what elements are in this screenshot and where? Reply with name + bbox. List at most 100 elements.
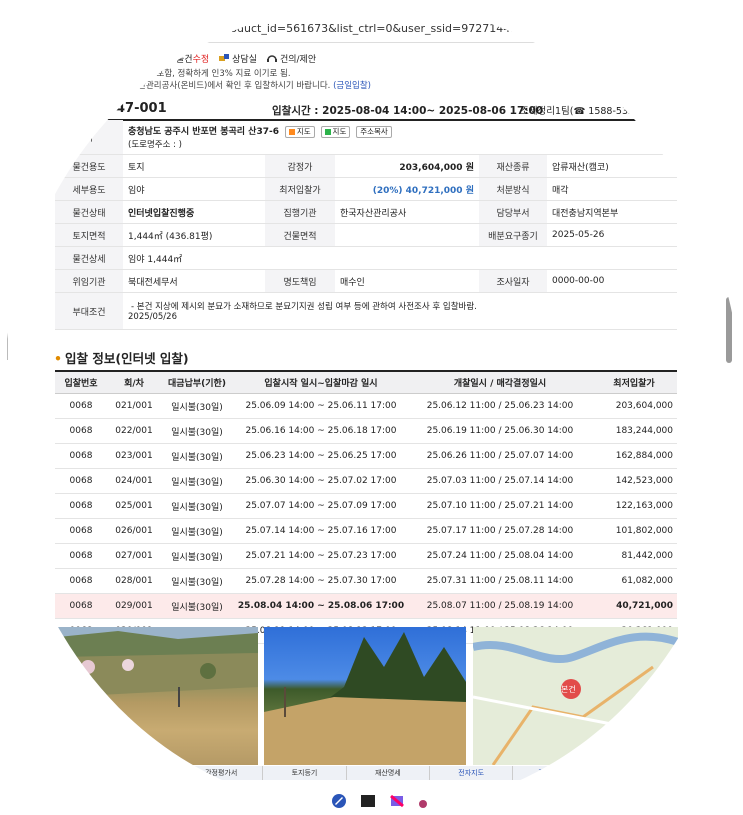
opening-decision: 25.07.10 11:00 / 25.07.21 14:00	[409, 493, 591, 519]
bid-number: 0068	[55, 593, 107, 619]
bid-number: 0068	[55, 493, 107, 519]
info-label: 부대조건	[55, 292, 123, 330]
opening-decision: 25.06.26 11:00 / 25.07.07 14:00	[409, 443, 591, 469]
bid-window: 25.07.07 14:00 ~ 25.07.09 17:00	[233, 493, 409, 519]
nav-item-suggest[interactable]: 건의/제안	[266, 52, 316, 65]
photo-land-1[interactable]	[58, 627, 258, 765]
section-title: • 입찰 정보(인터넷 입찰)	[54, 351, 189, 366]
consult-icon	[219, 53, 230, 61]
opening-decision: 25.07.24 11:00 / 25.08.04 14:00	[409, 543, 591, 569]
info-label: 물건상세	[55, 246, 123, 270]
condition-date: 2025/05/26	[128, 312, 177, 322]
tab-cadastral-map[interactable]: 전자지적도	[513, 766, 597, 780]
opening-decision: 25.06.19 11:00 / 25.06.30 14:00	[409, 418, 591, 444]
minimum-bid: 203,604,000	[591, 393, 677, 419]
payment-terms: 일시불(30일)	[161, 393, 233, 419]
column-header: 최저입찰가	[591, 370, 677, 394]
taskbar	[330, 790, 428, 812]
bid-period: 입찰시간 : 2025-08-04 14:00~ 2025-08-06 17:0…	[272, 105, 544, 117]
tab-appraisal[interactable]: 감정평가서	[180, 766, 264, 780]
info-value: 0000-00-00	[547, 269, 677, 293]
minimum-bid: 142,523,000	[591, 468, 677, 494]
map-icon	[324, 129, 331, 135]
round: 029/001	[107, 593, 161, 619]
photo-land-2[interactable]	[264, 627, 466, 765]
bid-row[interactable]: 0068 027/001 일시불(30일) 25.07.21 14:00 ~ 25.0…	[55, 543, 677, 569]
pen-app-icon[interactable]	[330, 792, 348, 810]
payment-terms: 일시불(30일)	[161, 568, 233, 594]
bid-row[interactable]: 0068 025/001 일시불(30일) 25.07.07 14:00 ~ 25.0…	[55, 493, 677, 519]
copilot-icon[interactable]	[388, 792, 406, 810]
opening-decision: 25.07.17 11:00 / 25.07.28 14:00	[409, 518, 591, 544]
property-info-table: 시 충청남도 공주시 반포면 봉곡리 산37-6 지도 지도 주소복사 (도로명…	[55, 120, 677, 330]
info-row: 물건상태 인터넷입찰진행중 집행기관 한국자산관리공사 담당부서 대전충남지역본…	[55, 200, 677, 224]
photo-map[interactable]: 본건	[473, 627, 678, 765]
address-bar[interactable]: roduct_id=561673&list_ctrl=0&user_ssid=9…	[226, 18, 526, 40]
map-image: 본건	[473, 627, 678, 765]
copy-address-button[interactable]: 주소복사	[356, 126, 392, 138]
window-app-icon[interactable]	[360, 793, 376, 809]
bid-row[interactable]: 0068 029/001 일시불(30일) 25.08.04 14:00 ~ 25.0…	[55, 593, 677, 619]
bid-row[interactable]: 0068 022/001 일시불(30일) 25.06.16 14:00 ~ 25.0…	[55, 418, 677, 444]
tab-e-map[interactable]: 전자지도	[429, 766, 514, 780]
divider	[190, 42, 550, 43]
payment-terms: 일시불(30일)	[161, 493, 233, 519]
round: 026/001	[107, 518, 161, 544]
department-contact: 조세정리1팀(☎ 1588-532	[520, 106, 635, 117]
headset-icon	[266, 54, 277, 62]
info-value: 2025-05-26	[547, 223, 677, 247]
info-value: 1,444㎡ (436.81평)	[123, 223, 265, 247]
today-bid-link[interactable]: (금일입찰)	[333, 81, 371, 91]
bid-row[interactable]: 0068 026/001 일시불(30일) 25.07.14 14:00 ~ 25.0…	[55, 518, 677, 544]
bid-window: 25.07.28 14:00 ~ 25.07.30 17:00	[233, 568, 409, 594]
notice-line-2: 용은 자산관리공사(온비드)에서 확인 후 입찰하시기 바랍니다.	[112, 81, 331, 91]
info-label: 토지면적	[55, 223, 123, 247]
road-address: (도로명주소 : )	[128, 140, 183, 150]
tab-land-registry[interactable]: 토지등기	[263, 766, 347, 780]
bid-number: 0068	[55, 443, 107, 469]
info-row: 위임기관 북대전세무서 명도책임 매수인 조사일자 0000-00-00	[55, 269, 677, 293]
info-label: 세부용도	[55, 177, 123, 201]
info-value: 임야	[123, 177, 265, 201]
info-label: 담당부서	[479, 200, 547, 224]
info-value	[335, 223, 479, 247]
map-button-1[interactable]: 지도	[284, 126, 315, 138]
bid-window: 25.07.14 14:00 ~ 25.07.16 17:00	[233, 518, 409, 544]
info-label: 배분요구종기	[479, 223, 547, 247]
column-header: 입찰번호	[55, 370, 107, 394]
item-status: 인터넷입찰진행중	[123, 200, 265, 224]
scrollbar-thumb[interactable]	[726, 297, 732, 363]
tab-property-statement[interactable]: 재산명세	[346, 766, 430, 780]
page: roduct_id=561673&list_ctrl=0&user_ssid=9…	[0, 0, 743, 815]
info-label: 처분방식	[479, 177, 547, 201]
top-nav: 물건수정 상담실 건의/제안	[176, 50, 316, 66]
info-value: 압류재산(캠코)	[547, 154, 677, 178]
bid-row[interactable]: 0068 028/001 일시불(30일) 25.07.28 14:00 ~ 25.0…	[55, 568, 677, 594]
bid-window: 25.06.09 14:00 ~ 25.06.11 17:00	[233, 393, 409, 419]
minimum-bid: 81,442,000	[591, 543, 677, 569]
notice-line-1: 인코시 비용 포함, 정확하게 인3% 지료 이기로 됨.	[112, 69, 291, 79]
item-header: 47-001 입찰시간 : 2025-08-04 14:00~ 2025-08-…	[106, 101, 676, 121]
payment-terms: 일시불(30일)	[161, 593, 233, 619]
nav-item-edit[interactable]: 물건수정	[176, 52, 209, 65]
info-label: 물건상태	[55, 200, 123, 224]
info-value: 토지	[123, 154, 265, 178]
info-row: 물건상세 임야 1,444㎡	[55, 246, 677, 270]
nav-item-consult[interactable]: 상담실	[219, 52, 257, 65]
condition-text: - 본건 지상에 제시외 분묘가 소재하므로 분묘기지권 성립 여부 등에 관하…	[131, 302, 477, 312]
bid-row[interactable]: 0068 023/001 일시불(30일) 25.06.23 14:00 ~ 25.0…	[55, 443, 677, 469]
appraisal-price: 203,604,000 원	[335, 154, 479, 178]
round: 023/001	[107, 443, 161, 469]
tab-roadview[interactable]: 로드뷰	[596, 766, 680, 780]
bid-number: 0068	[55, 543, 107, 569]
bid-window: 25.07.21 14:00 ~ 25.07.23 17:00	[233, 543, 409, 569]
minimum-bid: 162,884,000	[591, 443, 677, 469]
map-button-2[interactable]: 지도	[320, 126, 351, 138]
bid-row[interactable]: 0068 021/001 일시불(30일) 25.06.09 14:00 ~ 25.0…	[55, 393, 677, 419]
payment-terms: 일시불(30일)	[161, 418, 233, 444]
app-icon[interactable]	[418, 792, 428, 810]
bid-row[interactable]: 0068 024/001 일시불(30일) 25.06.30 14:00 ~ 25.0…	[55, 468, 677, 494]
document-tabs: 감정평가서 토지등기 재산명세 전자지도 전자지적도 로드뷰	[180, 766, 680, 780]
minimum-bid: 122,163,000	[591, 493, 677, 519]
info-label: 집행기관	[265, 200, 335, 224]
